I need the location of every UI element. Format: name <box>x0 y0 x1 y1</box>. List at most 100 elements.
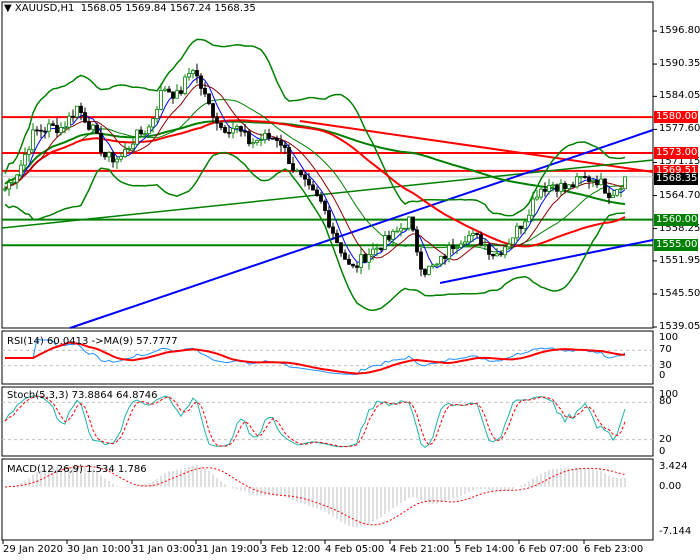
candle-body <box>235 126 239 129</box>
candle-body <box>79 105 83 113</box>
dropdown-arrow-icon[interactable]: ▼ <box>4 3 12 14</box>
candle-body <box>551 184 555 187</box>
candle-body <box>191 70 195 74</box>
candle-body <box>87 121 91 130</box>
candle-body <box>99 132 103 153</box>
candle-body <box>255 139 259 143</box>
candle-body <box>411 216 415 231</box>
candle-body <box>419 251 423 270</box>
candle-body <box>555 184 559 192</box>
candle-body <box>39 129 43 132</box>
candle-body <box>535 196 539 200</box>
candle-body <box>623 176 627 190</box>
candle-body <box>35 129 39 132</box>
candle-body <box>575 176 579 188</box>
candle-body <box>607 192 611 199</box>
red-trendline[interactable] <box>299 120 654 173</box>
rsi-axis-label: 70 <box>659 344 672 356</box>
candle-body <box>263 133 267 141</box>
chart-header: ▼ XAUUSD,H1 1568.05 1569.84 1567.24 1568… <box>4 3 256 15</box>
candle-body <box>47 123 51 132</box>
candle-body <box>31 129 35 151</box>
candle-body <box>563 183 567 190</box>
candle-body <box>27 149 31 155</box>
rsi-title: RSI(14) 60.0413 ->MA(9) 57.7777 <box>7 336 178 347</box>
candle-body <box>207 93 211 105</box>
candle-body <box>475 232 479 235</box>
candle-body <box>267 133 271 139</box>
candle-body <box>579 176 583 178</box>
candle-body <box>431 264 435 267</box>
candle-body <box>443 255 447 259</box>
level-price-tag: 1580.00 <box>654 111 698 124</box>
time-axis-label: 6 Feb 23:00 <box>584 544 644 555</box>
candle-body <box>211 103 215 118</box>
candle-body <box>439 255 443 265</box>
candle-body <box>547 185 551 192</box>
candle-body <box>427 265 431 275</box>
candle-body <box>279 140 283 146</box>
price-axis-label: 1584.05 <box>659 90 700 102</box>
candle-body <box>511 237 515 245</box>
candle-body <box>127 148 131 150</box>
candle-body <box>387 235 391 240</box>
candle-body <box>599 178 603 186</box>
candle-body <box>175 90 179 99</box>
candle-body <box>83 112 87 123</box>
rsi-axis-label: 100 <box>659 332 679 343</box>
candle-body <box>463 241 467 245</box>
candle-body <box>611 194 615 199</box>
candle-body <box>187 73 191 78</box>
candle-body <box>203 87 207 95</box>
candle-body <box>159 90 163 110</box>
candle-body <box>163 88 167 91</box>
candle-body <box>243 130 247 133</box>
candle-body <box>63 126 67 129</box>
candle-body <box>379 247 383 250</box>
candle-body <box>319 195 323 202</box>
candle-body <box>315 189 319 197</box>
rsi-axis-label: 0 <box>659 370 666 381</box>
level-price-tag: 1573.00 <box>654 146 698 159</box>
candle-body <box>139 129 143 135</box>
candle-body <box>499 253 503 256</box>
candle-body <box>327 210 331 228</box>
candle-body <box>195 70 199 77</box>
candle-body <box>567 184 571 190</box>
candle-body <box>587 176 591 182</box>
high-value: 1569.84 <box>125 3 167 14</box>
candle-body <box>123 148 127 157</box>
candle-body <box>311 184 315 191</box>
candle-body <box>527 214 531 223</box>
candle-body <box>619 188 623 191</box>
level-price-tag: 1560.00 <box>654 213 698 226</box>
candle-body <box>455 246 459 250</box>
time-axis-label: 3 Feb 12:00 <box>261 544 321 555</box>
candle-body <box>371 248 375 256</box>
stoch-signal-line <box>4 395 626 448</box>
candle-body <box>275 137 279 141</box>
candle-body <box>7 182 11 190</box>
price-axis-label: 1596.80 <box>659 25 700 36</box>
candle-body <box>395 230 399 233</box>
stoch-title: Stoch(5,3,3) 73.8864 64.8746 <box>7 390 158 401</box>
blue-channel-upper[interactable] <box>69 129 654 329</box>
candle-body <box>303 174 307 180</box>
candle-body <box>335 232 339 244</box>
candle-body <box>23 154 27 166</box>
candle-body <box>119 156 123 160</box>
chart-canvas[interactable] <box>0 0 700 560</box>
candle-body <box>487 244 491 255</box>
candle-body <box>519 225 523 229</box>
candle-body <box>375 247 379 250</box>
candle-body <box>571 184 575 188</box>
time-axis-label: 6 Feb 07:00 <box>519 544 579 555</box>
candle-body <box>147 126 151 135</box>
time-axis-label: 5 Feb 14:00 <box>455 544 515 555</box>
candle-body <box>215 116 219 124</box>
candle-body <box>19 164 23 176</box>
candle-body <box>295 169 299 172</box>
candle-body <box>495 253 499 257</box>
candle-body <box>323 200 327 211</box>
candle-body <box>523 221 527 229</box>
